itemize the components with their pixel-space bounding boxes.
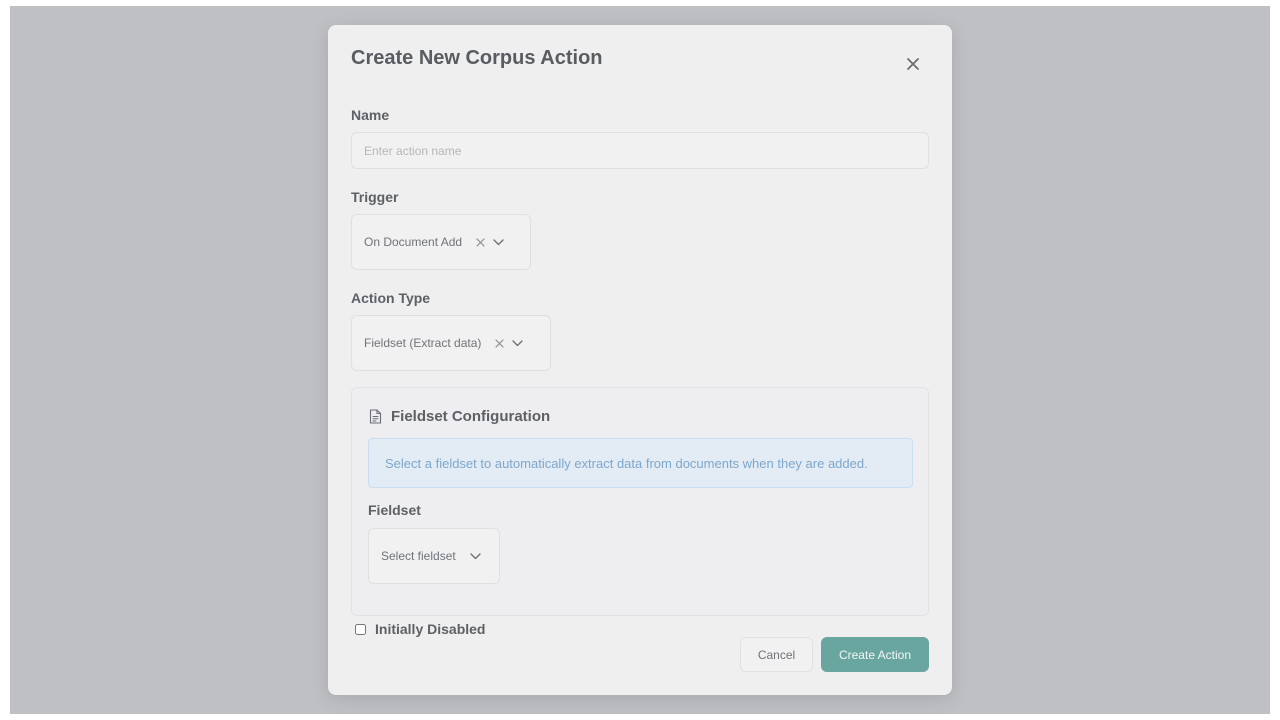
action-type-select[interactable]: Fieldset (Extract data) bbox=[351, 315, 551, 371]
document-icon bbox=[369, 409, 382, 424]
fieldset-select[interactable]: Select fieldset bbox=[368, 528, 500, 584]
x-icon bbox=[495, 338, 504, 348]
name-input[interactable] bbox=[351, 132, 929, 169]
trigger-label: Trigger bbox=[351, 189, 399, 205]
fieldset-configuration-panel: Fieldset Configuration Select a fieldset… bbox=[351, 387, 929, 616]
fieldset-label: Fieldset bbox=[368, 502, 421, 518]
trigger-clear-button[interactable] bbox=[476, 237, 485, 247]
trigger-value: On Document Add bbox=[364, 235, 463, 249]
dialog-title: Create New Corpus Action bbox=[351, 47, 603, 69]
fieldset-info-message: Select a fieldset to automatically extra… bbox=[368, 438, 913, 488]
trigger-dropdown-toggle[interactable] bbox=[493, 238, 504, 246]
action-type-label: Action Type bbox=[351, 290, 431, 306]
initially-disabled-option[interactable]: Initially Disabled bbox=[355, 621, 485, 637]
cancel-button[interactable]: Cancel bbox=[740, 637, 813, 672]
fieldset-configuration-title: Fieldset Configuration bbox=[391, 408, 551, 425]
fieldset-configuration-header: Fieldset Configuration bbox=[369, 408, 550, 425]
action-type-dropdown-toggle[interactable] bbox=[512, 339, 524, 347]
chevron-down-icon bbox=[493, 238, 504, 245]
close-icon bbox=[907, 58, 919, 70]
name-label: Name bbox=[351, 107, 390, 123]
chevron-down-icon bbox=[470, 552, 481, 559]
action-type-clear-button[interactable] bbox=[495, 338, 504, 348]
initially-disabled-checkbox[interactable] bbox=[355, 623, 366, 635]
fieldset-dropdown-toggle[interactable] bbox=[470, 552, 481, 560]
chevron-down-icon bbox=[512, 339, 524, 346]
create-corpus-action-dialog: Create New Corpus Action Name Trigger On… bbox=[328, 25, 952, 695]
trigger-select[interactable]: On Document Add bbox=[351, 214, 531, 270]
initially-disabled-label: Initially Disabled bbox=[375, 621, 486, 637]
action-type-value: Fieldset (Extract data) bbox=[364, 336, 482, 350]
close-button[interactable] bbox=[901, 52, 925, 76]
fieldset-placeholder: Select fieldset bbox=[381, 549, 456, 563]
x-icon bbox=[476, 237, 485, 247]
create-action-button[interactable]: Create Action bbox=[821, 637, 929, 672]
